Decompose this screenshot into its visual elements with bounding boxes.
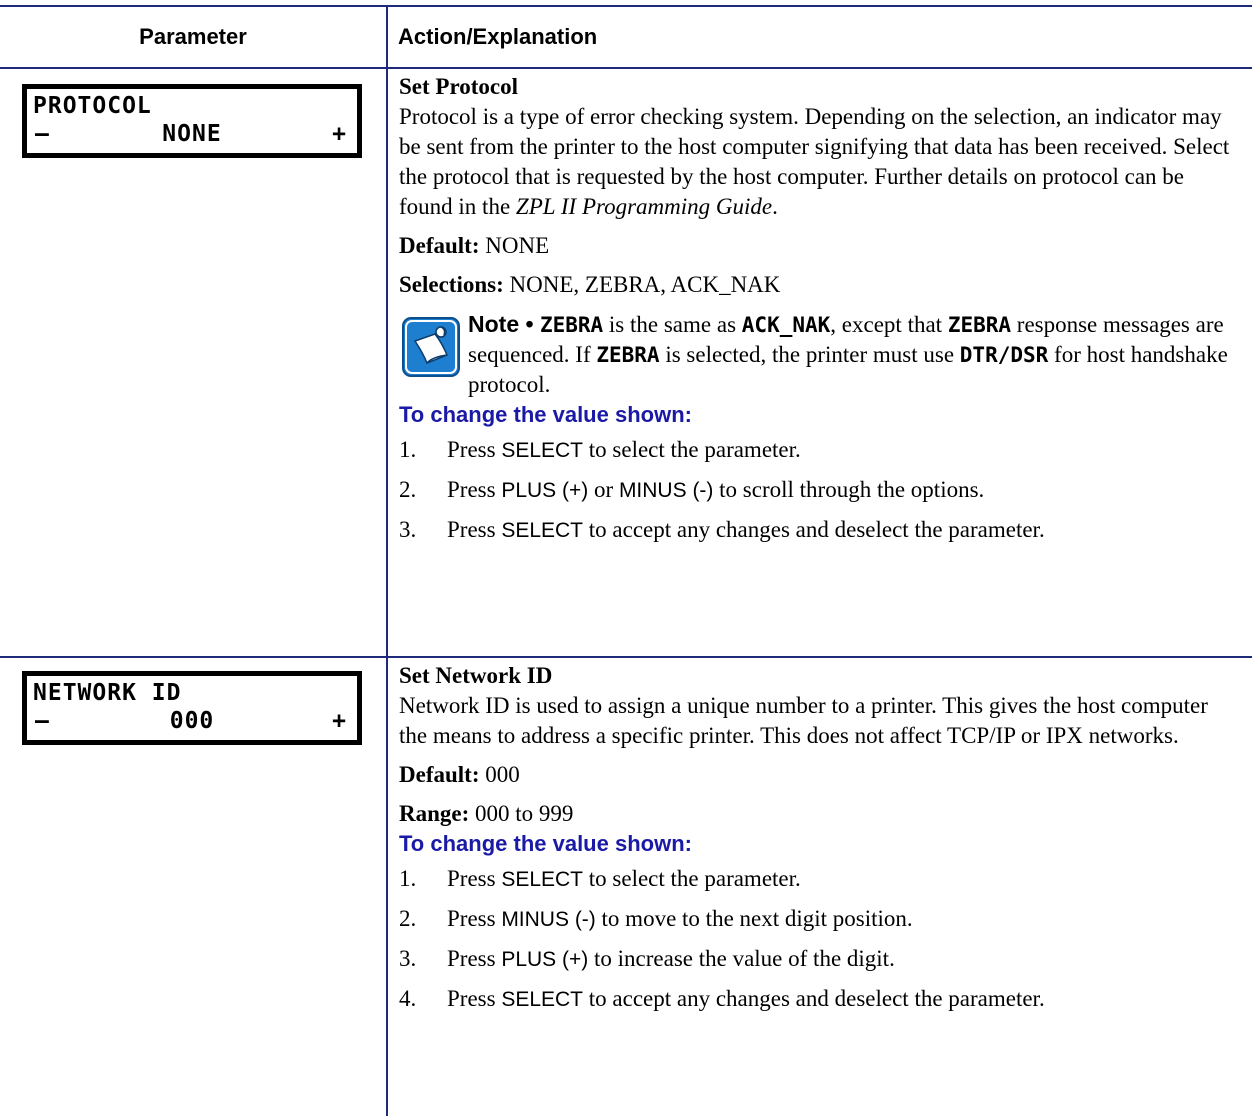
note-pencil-icon <box>402 317 460 377</box>
procedure-step: 1. Press SELECT to select the parameter. <box>399 437 801 462</box>
key-name: SELECT <box>501 439 584 462</box>
key-name: MINUS (-) <box>501 908 596 931</box>
procedure-step: 1. Press SELECT to select the parameter. <box>399 866 801 891</box>
note-block: Note • ZEBRA is the same as ACK_NAK, exc… <box>399 309 1239 400</box>
procedure-step: 3. Press SELECT to accept any changes and… <box>399 517 1045 542</box>
section-description: Network ID is used to assign a unique nu… <box>399 693 1208 748</box>
range-line: Range: 000 to 999 <box>399 801 574 826</box>
procedure-steps: 1. Press SELECT to select the parameter. … <box>399 435 1239 546</box>
key-name: SELECT <box>501 988 584 1011</box>
default-line: Default: NONE <box>399 233 550 258</box>
lcd-value: NONE <box>162 121 222 147</box>
section-title: Set Protocol <box>399 74 519 99</box>
default-line: Default: 000 <box>399 762 520 787</box>
guide-title: ZPL II Programming Guide <box>515 194 773 219</box>
key-name: MINUS (-) <box>618 479 714 502</box>
header-parameter: Parameter <box>139 24 247 49</box>
column-divider-rule <box>386 5 388 1116</box>
selections-line: Selections: NONE, ZEBRA, ACK_NAK <box>399 272 781 297</box>
procedure-step: 2. Press MINUS (-) to move to the next di… <box>399 906 913 931</box>
lcd-plus: + <box>332 121 347 147</box>
header-action-explanation: Action/Explanation <box>398 24 598 49</box>
lcd-display-network-id: NETWORK ID – 000 + <box>22 671 362 745</box>
procedure-step: 2. Press PLUS (+) or MINUS (-) to scroll … <box>399 477 985 502</box>
lcd-plus: + <box>332 708 347 734</box>
lcd-line1: NETWORK ID <box>33 680 182 706</box>
procedure-title: To change the value shown: <box>399 831 692 856</box>
lcd-value: 000 <box>169 708 215 734</box>
section-set-protocol: Set Protocol Protocol is a type of error… <box>399 72 1239 555</box>
procedure-step: 3. Press PLUS (+) to increase the value o… <box>399 946 895 971</box>
key-name: PLUS (+) <box>501 948 589 971</box>
section-set-network-id: Set Network ID Network ID is used to ass… <box>399 661 1239 1024</box>
procedure-step: 4. Press SELECT to accept any changes and… <box>399 986 1045 1011</box>
row-divider-rule <box>0 656 1252 658</box>
lcd-display-protocol: PROTOCOL – NONE + <box>22 84 362 158</box>
header-bottom-rule <box>0 67 1252 69</box>
key-name: SELECT <box>501 519 584 542</box>
procedure-steps: 1. Press SELECT to select the parameter. … <box>399 864 1239 1015</box>
note-text: Note • ZEBRA is the same as ACK_NAK, exc… <box>468 311 1228 397</box>
procedure-title: To change the value shown: <box>399 402 692 427</box>
parameter-table: Parameter Action/Explanation PROTOCOL – … <box>0 0 1252 1116</box>
lcd-line1: PROTOCOL <box>33 93 152 119</box>
section-title: Set Network ID <box>399 663 553 688</box>
key-name: PLUS (+) <box>501 479 589 502</box>
section-description: Protocol is a type of error checking sys… <box>399 104 1230 219</box>
key-name: SELECT <box>501 868 584 891</box>
